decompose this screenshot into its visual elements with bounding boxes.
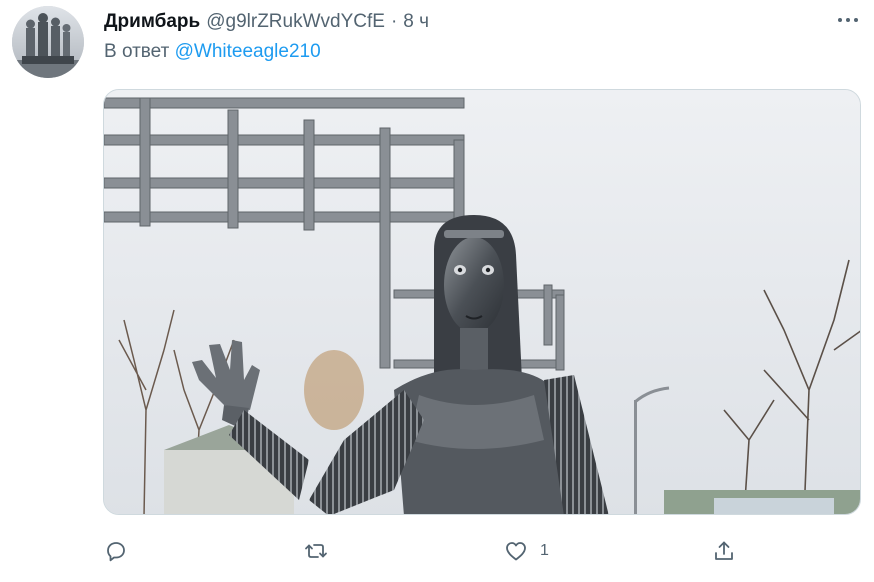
tweet[interactable]: Дримбарь @g9lrZRukWvdYCfE · 8 ч В ответ … bbox=[0, 0, 874, 582]
tweet-actions: 1 bbox=[0, 532, 874, 570]
share-icon bbox=[715, 541, 733, 560]
like-count: 1 bbox=[540, 542, 549, 559]
avatar[interactable] bbox=[12, 6, 84, 78]
tweet-timestamp[interactable]: 8 ч bbox=[403, 11, 429, 33]
heart-icon bbox=[506, 542, 526, 561]
tweet-header: Дримбарь @g9lrZRukWvdYCfE · 8 ч bbox=[104, 9, 429, 35]
reply-bubble-icon bbox=[107, 542, 125, 562]
more-dot bbox=[846, 18, 850, 22]
author-handle[interactable]: @g9lrZRukWvdYCfE bbox=[206, 11, 385, 33]
avatar-image bbox=[12, 6, 84, 78]
like-button[interactable]: 1 bbox=[504, 532, 549, 570]
reply-prefix: В ответ bbox=[104, 41, 170, 62]
share-button[interactable] bbox=[712, 532, 748, 570]
tweet-photo[interactable] bbox=[103, 89, 861, 515]
reply-context: В ответ @Whiteeagle210 bbox=[104, 41, 321, 63]
retweet-button[interactable] bbox=[304, 532, 340, 570]
more-dot bbox=[838, 18, 842, 22]
more-options-button[interactable] bbox=[832, 8, 864, 32]
reply-button[interactable] bbox=[104, 532, 140, 570]
separator-dot: · bbox=[390, 11, 398, 32]
author-display-name[interactable]: Дримбарь bbox=[104, 11, 200, 33]
reply-mention-link[interactable]: @Whiteeagle210 bbox=[175, 41, 321, 62]
statue-photo bbox=[104, 90, 860, 514]
retweet-icon bbox=[305, 544, 327, 558]
more-dot bbox=[854, 18, 858, 22]
